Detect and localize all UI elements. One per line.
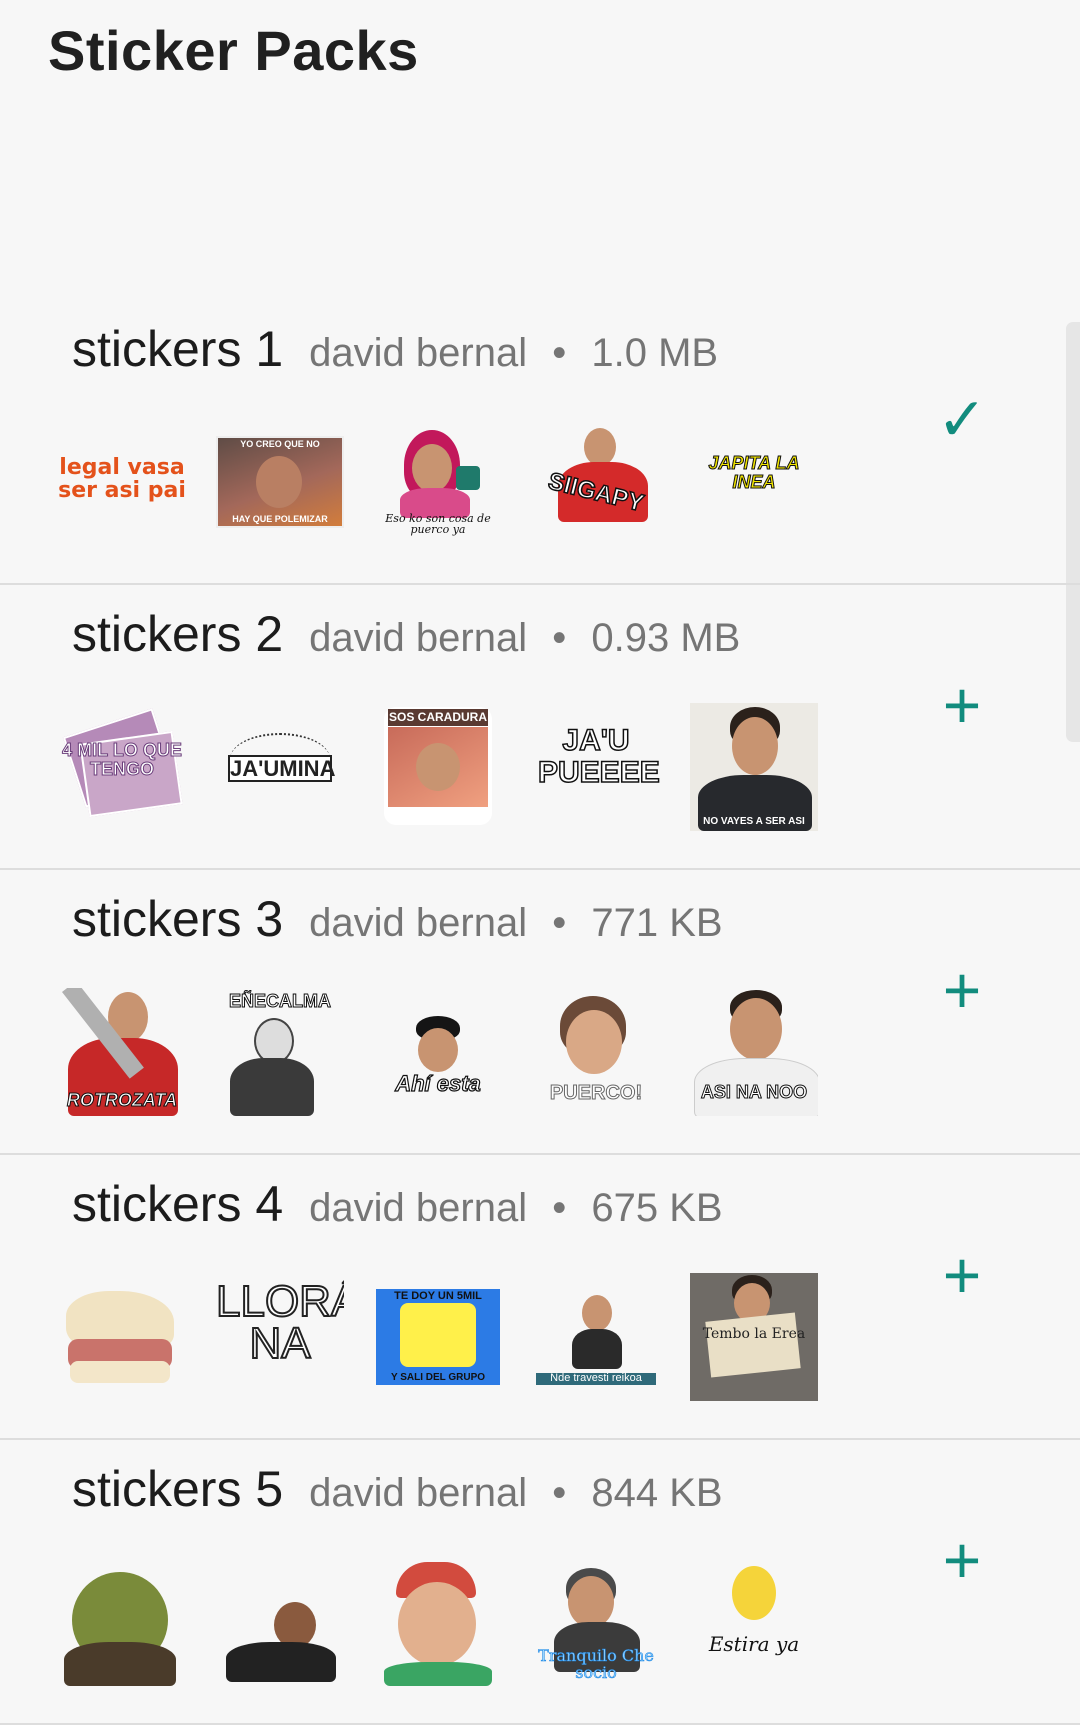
pack-header: stickers 2 david bernal • 0.93 MB (72, 605, 740, 663)
sticker-preview-row: Tranquilo Che socio Estira ya (58, 1558, 818, 1686)
pack-author: david bernal (309, 901, 528, 945)
sticker-preview: JA'U PUEEEEEE (532, 703, 660, 831)
sticker-preview: Nde travesti reikoa (532, 1273, 660, 1401)
sticker-caption: NO VAYES A SER ASI (703, 815, 805, 827)
sticker-preview: SIIGAPY (532, 418, 660, 546)
sticker-preview: ROTROZATA (58, 988, 186, 1116)
pack-author: david bernal (309, 616, 528, 660)
sticker-pack-item[interactable]: stickers 3 david bernal • 771 KB ROTROZA… (0, 870, 1080, 1155)
sticker-caption: Ahí esta (395, 1071, 482, 1096)
sticker-pack-list: stickers 1 david bernal • 1.0 MB legal v… (0, 300, 1080, 1725)
sticker-caption: JA'U PUEEEEEE (537, 724, 660, 789)
sticker-preview-row: ROTROZATA EÑECALMA Ahí esta PUERCO! ASI … (58, 988, 818, 1116)
pack-size: 675 KB (591, 1186, 723, 1230)
plus-icon[interactable]: + (930, 957, 994, 1023)
sticker-caption: JA'UMINA (228, 755, 336, 783)
pack-header: stickers 3 david bernal • 771 KB (72, 890, 723, 948)
sticker-preview: Ahí esta (374, 988, 502, 1116)
sticker-preview: Tranquilo Che socio (532, 1558, 660, 1686)
sticker-caption: Eso ko son cosa de puerco ya (385, 511, 491, 537)
sticker-preview: Eso ko son cosa de puerco ya (374, 418, 502, 546)
pack-meta: david bernal • 675 KB (309, 1186, 722, 1231)
sticker-pack-item[interactable]: stickers 1 david bernal • 1.0 MB legal v… (0, 300, 1080, 585)
sticker-preview: JA'UMINA (216, 703, 344, 831)
sticker-preview: 4 MIL LO QUE TENGO (58, 703, 186, 831)
plus-icon[interactable]: + (930, 1527, 994, 1593)
sticker-caption: ASI NA NOO (700, 1082, 808, 1103)
sticker-pack-item[interactable]: stickers 4 david bernal • 675 KB LLORÁ N… (0, 1155, 1080, 1440)
pack-name: stickers 4 (72, 1176, 284, 1232)
sticker-caption-top: TE DOY UN 5MIL (394, 1290, 482, 1302)
pack-meta: david bernal • 0.93 MB (309, 616, 740, 661)
pack-name: stickers 5 (72, 1461, 284, 1517)
sticker-caption: PUERCO! (549, 1082, 643, 1104)
pack-header: stickers 1 david bernal • 1.0 MB (72, 320, 718, 378)
sticker-preview: ASI NA NOO (690, 988, 818, 1116)
sticker-caption: legal vasa ser asi pai (58, 455, 186, 504)
check-icon[interactable]: ✓ (930, 388, 994, 452)
pack-header: stickers 4 david bernal • 675 KB (72, 1175, 723, 1233)
pack-size: 844 KB (591, 1471, 723, 1515)
pack-size: 1.0 MB (591, 331, 719, 375)
sticker-preview: SOS CARADURA ¿VERDAD? (374, 703, 502, 831)
sticker-preview: legal vasa ser asi pai (58, 418, 186, 546)
sticker-caption: Nde travesti reikoa (536, 1373, 656, 1385)
sticker-preview-row: legal vasa ser asi pai YO CREO QUE NO HA… (58, 418, 818, 546)
sticker-preview: TE DOY UN 5MIL Y SALI DEL GRUPO (374, 1273, 502, 1401)
sticker-caption-top: YO CREO QUE NO (240, 439, 320, 449)
sticker-preview: Tembo la Erea (690, 1273, 818, 1401)
sticker-preview: JAPITA LA INEA (690, 418, 818, 546)
sticker-caption-top: SOS CARADURA (388, 709, 488, 726)
plus-icon[interactable]: + (930, 1242, 994, 1308)
sticker-preview-row: LLORÁ NA TE DOY UN 5MIL Y SALI DEL GRUPO… (58, 1273, 818, 1401)
sticker-caption-bottom: Y SALI DEL GRUPO (390, 1371, 486, 1383)
pack-name: stickers 1 (72, 321, 284, 377)
pack-name: stickers 3 (72, 891, 284, 947)
sticker-preview: PUERCO! (532, 988, 660, 1116)
sticker-preview: Estira ya (690, 1558, 818, 1686)
pack-header: stickers 5 david bernal • 844 KB (72, 1460, 723, 1518)
pack-size: 0.93 MB (591, 616, 741, 660)
meta-separator: • (552, 331, 567, 375)
sticker-caption: JAPITA LA INEA (708, 453, 800, 492)
sticker-preview (216, 1558, 344, 1686)
sticker-caption: 4 MIL LO QUE TENGO (62, 740, 183, 779)
sticker-preview (58, 1273, 186, 1401)
app-bar: Sticker Packs (0, 0, 1080, 150)
sticker-pack-item[interactable]: stickers 2 david bernal • 0.93 MB 4 MIL … (0, 585, 1080, 870)
meta-separator: • (552, 1471, 567, 1515)
sticker-caption: LLORÁ NA (216, 1277, 344, 1368)
sticker-caption: Tranquilo Che socio (538, 1646, 654, 1683)
pack-meta: david bernal • 1.0 MB (309, 331, 718, 376)
sticker-preview-row: 4 MIL LO QUE TENGO JA'UMINA SOS CARADURA… (58, 703, 818, 831)
sticker-pack-item[interactable]: stickers 5 david bernal • 844 KB Tranqui… (0, 1440, 1080, 1725)
sticker-preview: LLORÁ NA (216, 1273, 344, 1401)
plus-icon[interactable]: + (930, 672, 994, 738)
sticker-preview: EÑECALMA (216, 988, 344, 1116)
pack-meta: david bernal • 844 KB (309, 1471, 722, 1516)
sticker-preview (374, 1558, 502, 1686)
sticker-caption-bottom: ¿VERDAD? (408, 810, 468, 823)
sticker-preview: NO VAYES A SER ASI (690, 703, 818, 831)
pack-author: david bernal (309, 1186, 528, 1230)
page-title: Sticker Packs (48, 19, 419, 82)
sticker-preview (58, 1558, 186, 1686)
pack-author: david bernal (309, 331, 528, 375)
sticker-caption: Tembo la Erea (702, 1326, 806, 1342)
meta-separator: • (552, 1186, 567, 1230)
sticker-preview: YO CREO QUE NO HAY QUE POLEMIZAR (216, 418, 344, 546)
sticker-caption: ROTROZATA (66, 1090, 178, 1111)
sticker-caption-bottom: HAY QUE POLEMIZAR (232, 513, 328, 524)
sticker-caption: Estira ya (708, 1632, 800, 1656)
meta-separator: • (552, 901, 567, 945)
meta-separator: • (552, 616, 567, 660)
pack-author: david bernal (309, 1471, 528, 1515)
pack-meta: david bernal • 771 KB (309, 901, 722, 946)
pack-size: 771 KB (591, 901, 723, 945)
sticker-caption: EÑECALMA (229, 991, 332, 1011)
pack-name: stickers 2 (72, 606, 284, 662)
